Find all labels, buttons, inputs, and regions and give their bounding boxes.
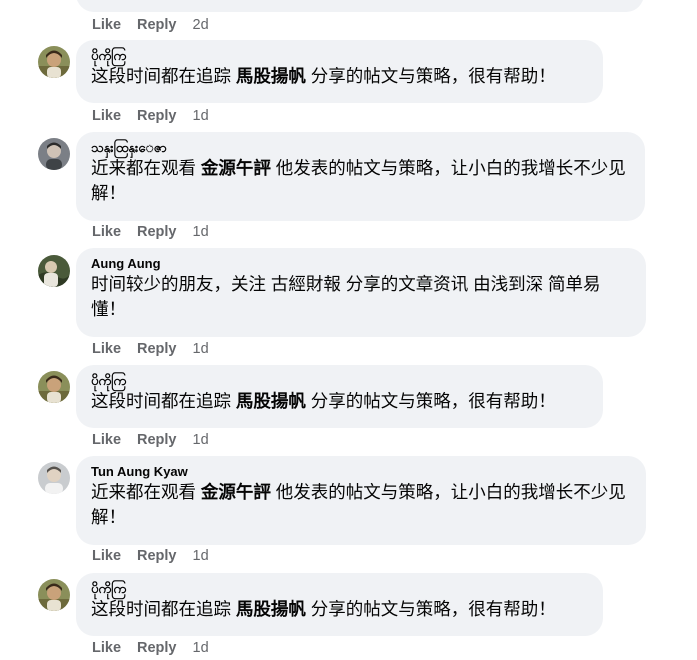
reply-button[interactable]: Reply <box>137 16 177 34</box>
comment-timestamp[interactable]: 1d <box>193 223 209 241</box>
comment-text: 这段时间都在追踪 馬股揚帆 分享的帖文与策略，很有帮助！ <box>91 66 556 86</box>
like-button[interactable]: Like <box>92 340 121 358</box>
comment-actions: Like Reply 1d <box>92 340 209 358</box>
avatar-photo-icon <box>38 138 70 170</box>
comment-text: 近来都在观看 金源午評 他发表的帖文与策略，让小白的我增长不少见解！ <box>91 482 626 527</box>
comment-author[interactable]: Tun Aung Kyaw <box>91 464 632 480</box>
avatar[interactable] <box>38 46 70 78</box>
avatar[interactable] <box>38 138 70 170</box>
like-button[interactable]: Like <box>92 431 121 449</box>
comment-actions: Like Reply 1d <box>92 547 209 565</box>
reply-button[interactable]: Reply <box>137 547 177 565</box>
comment-timestamp[interactable]: 1d <box>193 431 209 449</box>
comment-bubble: Aung Aung 时间较少的朋友，关注 古經財報 分享的文章资讯 由浅到深 简… <box>76 248 646 337</box>
comment-text: 近来都在观看 金源午評 他发表的帖文与策略，让小白的我增长不少见解！ <box>91 158 626 203</box>
comment-actions: Like Reply 1d <box>92 431 209 449</box>
comment-actions: Like Reply 1d <box>92 107 209 125</box>
comment-timestamp[interactable]: 1d <box>193 547 209 565</box>
like-button[interactable]: Like <box>92 107 121 125</box>
comment-author[interactable]: ပိုကိုကြ <box>91 373 589 389</box>
like-button[interactable]: Like <box>92 547 121 565</box>
avatar[interactable] <box>38 579 70 611</box>
comment-bubble: သနှးထြနှးေဇာ 近来都在观看 金源午評 他发表的帖文与策略，让小白的我… <box>76 132 645 221</box>
comment-author[interactable]: ပိုကိုကြ <box>91 581 589 597</box>
reply-button[interactable]: Reply <box>137 431 177 449</box>
avatar-photo-icon <box>38 579 70 611</box>
comment-bubble: ပိုကိုကြ 这段时间都在追踪 馬股揚帆 分享的帖文与策略，很有帮助！ <box>76 573 603 636</box>
avatar-photo-icon <box>38 371 70 403</box>
comment-timestamp[interactable]: 2d <box>193 16 209 34</box>
like-button[interactable]: Like <box>92 639 121 657</box>
mentioned-page[interactable]: 金源午評 <box>201 158 271 178</box>
mentioned-page[interactable]: 馬股揚帆 <box>236 599 306 619</box>
comment-actions: Like Reply 1d <box>92 639 209 657</box>
comment-text: 时间较少的朋友，关注 古經財報 分享的文章资讯 由浅到深 简单易懂！ <box>91 274 601 319</box>
mentioned-page[interactable]: 馬股揚帆 <box>236 66 306 86</box>
comment-timestamp[interactable]: 1d <box>193 107 209 125</box>
avatar[interactable] <box>38 255 70 287</box>
like-button[interactable]: Like <box>92 16 121 34</box>
mentioned-page[interactable]: 馬股揚帆 <box>236 391 306 411</box>
comment-timestamp[interactable]: 1d <box>193 340 209 358</box>
avatar-photo-icon <box>38 462 70 494</box>
reply-button[interactable]: Reply <box>137 340 177 358</box>
comment-bubble: Tun Aung Kyaw 近来都在观看 金源午評 他发表的帖文与策略，让小白的… <box>76 456 646 545</box>
comment-bubble: ပိုကိုကြ 这段时间都在追踪 馬股揚帆 分享的帖文与策略，很有帮助！ <box>76 40 603 103</box>
comment-bubble: ပိုကိုကြ 这段时间都在追踪 馬股揚帆 分享的帖文与策略，很有帮助！ <box>76 365 603 428</box>
avatar-photo-icon <box>38 255 70 287</box>
comment-text: 这段时间都在追踪 馬股揚帆 分享的帖文与策略，很有帮助！ <box>91 391 556 411</box>
reply-button[interactable]: Reply <box>137 223 177 241</box>
avatar[interactable] <box>38 462 70 494</box>
comment-text: 这段时间都在追踪 馬股揚帆 分享的帖文与策略，很有帮助！ <box>91 599 556 619</box>
avatar[interactable] <box>38 371 70 403</box>
comment-timestamp[interactable]: 1d <box>193 639 209 657</box>
comment-actions: Like Reply 1d <box>92 223 209 241</box>
reply-button[interactable]: Reply <box>137 107 177 125</box>
mentioned-page[interactable]: 金源午評 <box>201 482 271 502</box>
comment-author[interactable]: Aung Aung <box>91 256 632 272</box>
avatar-photo-icon <box>38 46 70 78</box>
reply-button[interactable]: Reply <box>137 639 177 657</box>
comment-author[interactable]: ပိုကိုကြ <box>91 48 589 64</box>
comment-actions-previous: Like Reply 2d <box>92 16 209 34</box>
like-button[interactable]: Like <box>92 223 121 241</box>
comment-author[interactable]: သနှးထြနှးေဇာ <box>91 140 631 156</box>
comment-bubble-previous <box>76 0 644 12</box>
